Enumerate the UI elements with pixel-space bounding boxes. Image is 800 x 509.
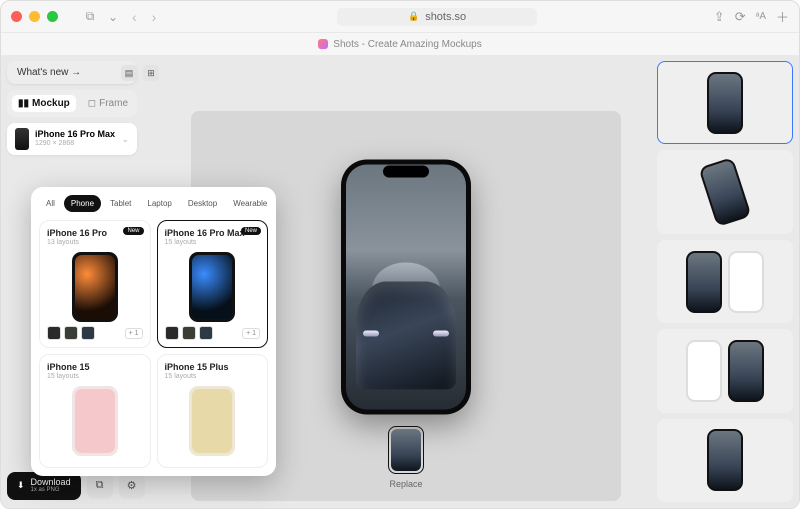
color-swatches: + 1: [47, 326, 143, 340]
download-icon: ⬇: [17, 480, 25, 491]
whats-new-button[interactable]: What's new →: [7, 61, 137, 84]
favicon-icon: [318, 39, 328, 49]
layout-thumb-3[interactable]: [657, 240, 793, 323]
device-popover: All Phone Tablet Laptop Desktop Wearable…: [31, 187, 276, 476]
cat-tablet[interactable]: Tablet: [103, 195, 138, 212]
device-resolution: 1290 × 2868: [35, 140, 115, 148]
layout-thumb-5[interactable]: [657, 419, 793, 502]
chevron-down-icon: ⌄: [121, 134, 129, 145]
maximize-window-icon[interactable]: [47, 11, 58, 22]
chevron-down-icon[interactable]: ⌄: [105, 9, 121, 25]
layout-thumb-2[interactable]: [657, 150, 793, 233]
address-bar[interactable]: 🔒 shots.so: [337, 8, 537, 26]
minimize-window-icon[interactable]: [29, 11, 40, 22]
device-card-subtitle: 15 layouts: [47, 373, 143, 380]
device-preview: [189, 252, 235, 322]
close-window-icon[interactable]: [11, 11, 22, 22]
replace-thumbnail[interactable]: [388, 426, 424, 474]
mockup-screen: [346, 164, 466, 409]
layout-thumbnails: [657, 61, 793, 502]
download-sublabel: 1x as PNG: [31, 487, 71, 494]
device-thumb-icon: [15, 128, 29, 150]
tab-title-bar: Shots - Create Amazing Mockups: [1, 33, 799, 55]
device-card-iphone-15-plus[interactable]: iPhone 15 Plus 15 layouts: [157, 354, 269, 468]
download-label: Download: [31, 478, 71, 488]
page-title: Shots - Create Amazing Mockups: [333, 39, 481, 50]
device-card-subtitle: 15 layouts: [165, 239, 261, 246]
replace-label: Replace: [388, 479, 424, 489]
swatch[interactable]: [81, 326, 95, 340]
settings-button[interactable]: ⚙: [119, 473, 145, 499]
tab-mockup[interactable]: ▮▮ Mockup: [12, 95, 76, 112]
copy-button[interactable]: ⧉: [87, 473, 113, 499]
cat-all[interactable]: All: [39, 195, 62, 212]
swatch[interactable]: [199, 326, 213, 340]
new-tab-icon[interactable]: ＋: [776, 7, 789, 26]
device-preview: [189, 386, 235, 456]
reload-icon[interactable]: ⟳: [735, 9, 746, 25]
device-card-iphone-16-pro[interactable]: New iPhone 16 Pro 13 layouts + 1: [39, 220, 151, 348]
browser-titlebar: ⧉ ⌄ ‹ › 🔒 shots.so ⇪ ⟳ ᵃA ＋: [1, 1, 799, 33]
share-icon[interactable]: ⇪: [714, 9, 725, 25]
device-card-iphone-15[interactable]: iPhone 15 15 layouts: [39, 354, 151, 468]
forward-arrow-icon[interactable]: ›: [148, 9, 161, 25]
device-selector[interactable]: iPhone 16 Pro Max 1290 × 2868 ⌄: [7, 123, 137, 155]
lock-icon: 🔒: [408, 11, 419, 22]
device-card-iphone-16-pro-max[interactable]: New iPhone 16 Pro Max 15 layouts + 1: [157, 220, 269, 348]
comments-icon[interactable]: ▤: [121, 65, 137, 81]
device-name: iPhone 16 Pro Max: [35, 130, 115, 140]
grid-icon[interactable]: ⊞: [143, 65, 159, 81]
more-swatches[interactable]: + 1: [242, 328, 260, 339]
sidebar-icon[interactable]: ⧉: [82, 9, 98, 25]
phone-mockup[interactable]: [341, 159, 471, 414]
cat-wearable[interactable]: Wearable: [226, 195, 274, 212]
device-preview: [72, 252, 118, 322]
new-badge: New: [241, 227, 261, 235]
device-card-title: iPhone 15 Plus: [165, 362, 261, 372]
mode-tabs: ▮▮ Mockup ◻ Frame: [7, 90, 137, 117]
frame-icon: ◻: [88, 98, 96, 109]
swatch[interactable]: [47, 326, 61, 340]
cat-desktop[interactable]: Desktop: [181, 195, 224, 212]
device-card-subtitle: 15 layouts: [165, 373, 261, 380]
address-host: shots.so: [425, 11, 466, 23]
cat-laptop[interactable]: Laptop: [140, 195, 178, 212]
category-tabs: All Phone Tablet Laptop Desktop Wearable: [39, 195, 268, 212]
device-card-subtitle: 13 layouts: [47, 239, 143, 246]
back-arrow-icon[interactable]: ‹: [128, 9, 141, 25]
layout-thumb-1[interactable]: [657, 61, 793, 144]
device-card-title: iPhone 15: [47, 362, 143, 372]
mockup-icon: ▮▮: [18, 98, 29, 109]
new-badge: New: [123, 227, 143, 235]
tab-frame[interactable]: ◻ Frame: [82, 95, 134, 112]
color-swatches: + 1: [165, 326, 261, 340]
layout-thumb-4[interactable]: [657, 329, 793, 412]
swatch[interactable]: [64, 326, 78, 340]
device-preview: [72, 386, 118, 456]
translate-icon[interactable]: ᵃA: [756, 11, 766, 22]
swatch[interactable]: [182, 326, 196, 340]
more-swatches[interactable]: + 1: [125, 328, 143, 339]
cat-phone[interactable]: Phone: [64, 195, 101, 212]
swatch[interactable]: [165, 326, 179, 340]
dynamic-island-icon: [383, 165, 429, 177]
